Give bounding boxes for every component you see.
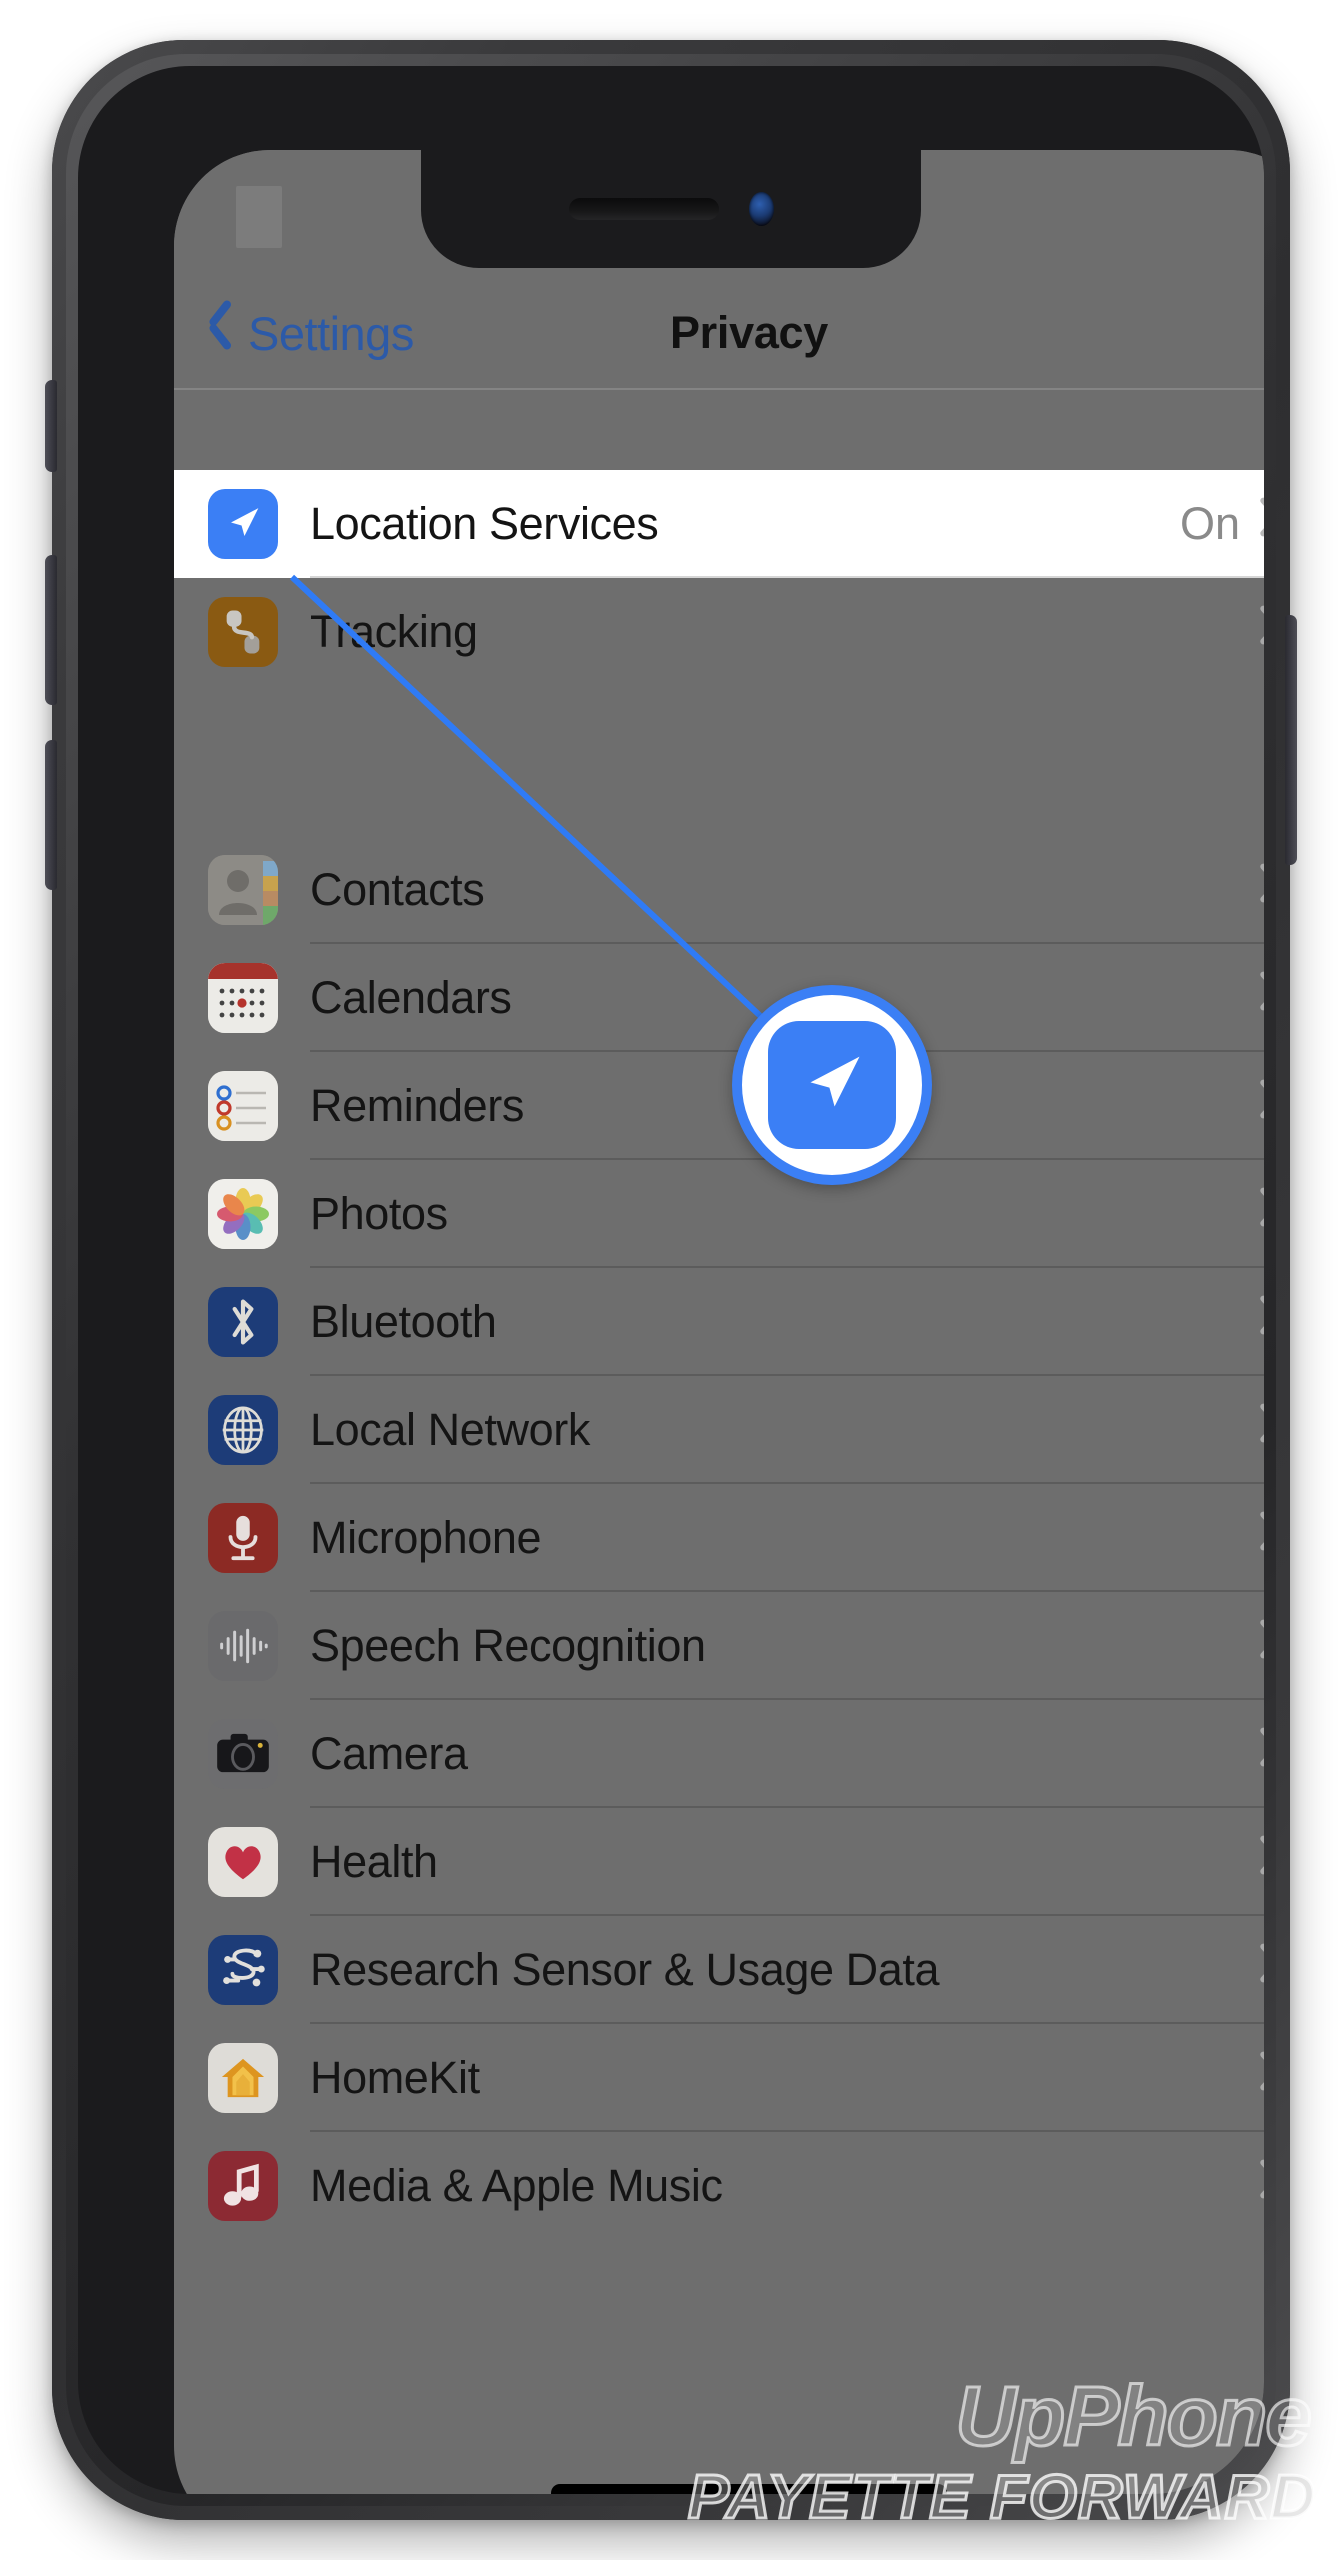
settings-row-label: HomeKit: [310, 2052, 480, 2103]
settings-row[interactable]: Calendars: [174, 944, 1264, 1052]
camera-icon: [208, 1719, 278, 1789]
settings-row[interactable]: Media & Apple Music: [174, 2132, 1264, 2240]
settings-row[interactable]: Photos: [174, 1160, 1264, 1268]
navigation-bar: Settings Privacy: [174, 278, 1264, 388]
callout-highlight-ring: [732, 985, 932, 1185]
settings-row-label: Tracking: [310, 606, 478, 657]
settings-row-label: Research Sensor & Usage Data: [310, 1944, 940, 1995]
bluetooth-icon: [208, 1287, 278, 1357]
section-spacer-top: [174, 390, 1264, 470]
settings-row[interactable]: Research Sensor & Usage Data: [174, 1916, 1264, 2024]
phone-bezel: Settings Privacy Location Services On Trac…: [78, 66, 1264, 2494]
settings-row[interactable]: Contacts: [174, 836, 1264, 944]
settings-row-label: Photos: [310, 1188, 448, 1239]
waveform-icon: [208, 1611, 278, 1681]
settings-row-label: Microphone: [310, 1512, 542, 1563]
front-camera-icon: [748, 192, 774, 226]
phone-screen: Settings Privacy Location Services On Trac…: [174, 150, 1264, 2494]
earpiece-speaker: [568, 198, 719, 220]
settings-row-label: Media & Apple Music: [310, 2160, 723, 2211]
settings-row[interactable]: Location Services On: [174, 470, 1264, 578]
screenshot-root: Settings Privacy Location Services On Trac…: [0, 0, 1342, 2560]
settings-row-label: Bluetooth: [310, 1296, 497, 1347]
settings-row-value: On: [1179, 498, 1240, 549]
settings-row[interactable]: Tracking: [174, 578, 1264, 686]
settings-row[interactable]: Speech Recognition: [174, 1592, 1264, 1700]
settings-row-label: Calendars: [310, 972, 512, 1023]
microphone-icon: [208, 1503, 278, 1573]
device-notch: [421, 150, 921, 268]
location-arrow-icon: [768, 1021, 896, 1149]
section-spacer-middle: [174, 750, 1264, 836]
heart-icon: [208, 1827, 278, 1897]
settings-row-label: Location Services: [310, 498, 659, 549]
photos-icon: [208, 1179, 278, 1249]
settings-group-permissions: Contacts Calendars Reminders Photos Bluetoot…: [174, 836, 1264, 2240]
settings-row[interactable]: Bluetooth: [174, 1268, 1264, 1376]
tracking-icon: [208, 597, 278, 667]
settings-row-label: Contacts: [310, 864, 485, 915]
calendar-icon: [208, 963, 278, 1033]
settings-row[interactable]: Camera: [174, 1700, 1264, 1808]
settings-row[interactable]: Health: [174, 1808, 1264, 1916]
settings-row[interactable]: Reminders: [174, 1052, 1264, 1160]
settings-row-accessory: On: [1180, 498, 1264, 550]
globe-icon: [208, 1395, 278, 1465]
power-button[interactable]: [1285, 615, 1297, 865]
page-title: Privacy: [669, 307, 829, 358]
settings-row-label: Reminders: [310, 1080, 524, 1131]
home-icon: [208, 2043, 278, 2113]
settings-group-location: Location Services On Tracking: [174, 470, 1264, 686]
settings-row-label: Local Network: [310, 1404, 590, 1455]
research-sensor-icon: [208, 1935, 278, 2005]
location-arrow-icon: [208, 489, 278, 559]
settings-row[interactable]: HomeKit: [174, 2024, 1264, 2132]
reminders-icon: [208, 1071, 278, 1141]
volume-down-button[interactable]: [45, 740, 57, 890]
settings-row[interactable]: Local Network: [174, 1376, 1264, 1484]
contacts-icon: [208, 855, 278, 925]
music-note-icon: [208, 2151, 278, 2221]
settings-row[interactable]: Microphone: [174, 1484, 1264, 1592]
volume-up-button[interactable]: [45, 555, 57, 705]
home-indicator[interactable]: [551, 2484, 947, 2494]
mute-switch[interactable]: [45, 380, 57, 472]
status-bar-time-block: [236, 186, 282, 248]
settings-row-label: Camera: [310, 1728, 468, 1779]
settings-row-label: Health: [310, 1836, 438, 1887]
settings-row-label: Speech Recognition: [310, 1620, 706, 1671]
